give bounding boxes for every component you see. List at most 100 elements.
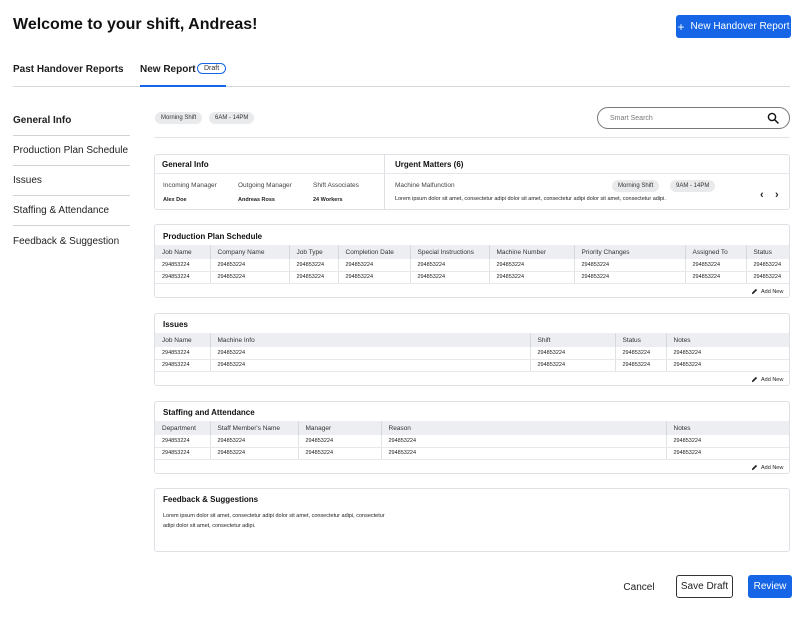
new-handover-report-label: New Handover Report: [690, 21, 790, 32]
table-row[interactable]: 294853224 294853224 294853224 294853224 …: [155, 259, 789, 272]
table-cell: 294853224: [155, 271, 211, 284]
column-header[interactable]: Status: [615, 333, 667, 347]
table-cell: 294853224: [746, 271, 789, 284]
shift-associates-value: 24 Workers: [313, 197, 343, 203]
column-header[interactable]: Reason: [381, 421, 667, 435]
table-cell: 294853224: [298, 435, 382, 448]
outgoing-manager-value: Andreas Ross: [238, 197, 275, 203]
chevron-left-icon[interactable]: ‹: [760, 189, 764, 201]
page-title: Welcome to your shift, Andreas!: [13, 16, 258, 33]
table-row[interactable]: 294853224 294853224 294853224 294853224 …: [155, 447, 789, 460]
time-filter-chip[interactable]: 6AM - 14PM: [209, 112, 255, 124]
sidebar-item-feedback-suggestion[interactable]: Feedback & Suggestion: [13, 226, 130, 256]
column-header[interactable]: Machine Info: [210, 333, 531, 347]
feedback-card: Feedback & Suggestions Lorem ipsum dolor…: [154, 488, 790, 552]
smart-search-placeholder: Smart Search: [610, 114, 653, 122]
table-cell: 294853224: [666, 359, 789, 372]
table-cell: 294853224: [155, 359, 211, 372]
staffing-title: Staffing and Attendance: [163, 408, 255, 417]
shift-associates-label: Shift Associates: [313, 182, 359, 189]
column-header[interactable]: Completion Date: [338, 245, 411, 259]
column-header[interactable]: Company Name: [210, 245, 290, 259]
column-header[interactable]: Job Type: [289, 245, 339, 259]
production-plan-title: Production Plan Schedule: [163, 232, 263, 241]
table-cell: 294853224: [615, 359, 667, 372]
table-cell: 294853224: [338, 259, 411, 272]
column-header[interactable]: Notes: [666, 333, 789, 347]
sidebar-item-staffing-attendance[interactable]: Staffing & Attendance: [13, 196, 130, 226]
column-header[interactable]: Job Name: [155, 245, 211, 259]
table-cell: 294853224: [489, 271, 575, 284]
feedback-text[interactable]: Lorem ipsum dolor sit amet, consectetur …: [163, 511, 395, 531]
table-cell: 294853224: [210, 271, 290, 284]
table-cell: 294853224: [410, 259, 490, 272]
plus-icon: +: [677, 19, 685, 34]
column-header[interactable]: Staff Member's Name: [210, 421, 299, 435]
sidebar-item-issues[interactable]: Issues: [13, 166, 130, 196]
column-header[interactable]: Shift: [530, 333, 616, 347]
table-row[interactable]: 294853224 294853224 294853224 294853224 …: [155, 347, 789, 360]
review-button[interactable]: Review: [748, 575, 792, 598]
urgent-shift-chip: Morning Shift: [612, 180, 660, 192]
column-header[interactable]: Assigned To: [685, 245, 747, 259]
staffing-add-new-button[interactable]: Add New: [751, 464, 783, 471]
feedback-title: Feedback & Suggestions: [163, 495, 259, 504]
table-cell: 294853224: [210, 359, 531, 372]
chevron-right-icon[interactable]: ›: [775, 189, 779, 201]
search-icon[interactable]: [767, 112, 779, 124]
save-draft-button[interactable]: Save Draft: [676, 575, 733, 598]
table-cell: 294853224: [574, 271, 686, 284]
column-header[interactable]: Department: [155, 421, 211, 435]
table-cell: 294853224: [210, 259, 290, 272]
filter-divider: [154, 137, 790, 138]
general-info-card: General Info Incoming Manager Alex Doe O…: [154, 154, 790, 210]
column-header[interactable]: Special Instructions: [410, 245, 490, 259]
table-cell: 294853224: [298, 447, 382, 460]
active-tab-indicator: [140, 85, 226, 87]
issues-add-new-button[interactable]: Add New: [751, 376, 783, 383]
column-header[interactable]: Priority Changes: [574, 245, 686, 259]
staffing-card: Staffing and Attendance Department Staff…: [154, 401, 790, 474]
card-split-divider: [384, 155, 385, 210]
production-add-new-button[interactable]: Add New: [751, 288, 783, 295]
table-cell: 294853224: [410, 271, 490, 284]
table-cell: 294853224: [155, 447, 211, 460]
table-cell: 294853224: [155, 259, 211, 272]
shift-filter-chip[interactable]: Morning Shift: [155, 112, 203, 124]
table-row[interactable]: 294853224 294853224 294853224 294853224 …: [155, 271, 789, 284]
urgent-item-title: Machine Malfunction: [395, 182, 455, 189]
outgoing-manager-label: Outgoing Manager: [238, 182, 292, 189]
column-header[interactable]: Machine Number: [489, 245, 575, 259]
production-plan-table: Job Name Company Name Job Type Completio…: [155, 245, 789, 284]
sidebar-item-general-info[interactable]: General Info: [13, 106, 130, 136]
table-cell: 294853224: [338, 271, 411, 284]
add-new-label: Add New: [761, 376, 784, 383]
column-header[interactable]: Notes: [666, 421, 789, 435]
column-header[interactable]: Job Name: [155, 333, 211, 347]
table-cell: 294853224: [530, 347, 616, 360]
column-header[interactable]: Status: [746, 245, 789, 259]
cancel-button[interactable]: Cancel: [612, 576, 666, 598]
draft-badge: Draft: [197, 63, 227, 74]
pencil-icon: [751, 464, 758, 471]
table-cell: 294853224: [574, 259, 686, 272]
table-cell: 294853224: [615, 347, 667, 360]
table-cell: 294853224: [210, 435, 299, 448]
table-row[interactable]: 294853224 294853224 294853224 294853224 …: [155, 435, 789, 448]
new-handover-report-button[interactable]: + New Handover Report: [676, 15, 791, 38]
table-cell: 294853224: [489, 259, 575, 272]
table-cell: 294853224: [210, 347, 531, 360]
column-header[interactable]: Manager: [298, 421, 382, 435]
table-cell: 294853224: [666, 347, 789, 360]
issues-table: Job Name Machine Info Shift Status Notes…: [155, 333, 789, 372]
table-cell: 294853224: [685, 271, 747, 284]
tab-new-report[interactable]: New Report: [140, 64, 196, 75]
urgent-item-text: Lorem ipsum dolor sit amet, consectetur …: [395, 196, 666, 202]
smart-search-input[interactable]: Smart Search: [597, 107, 790, 129]
table-row[interactable]: 294853224 294853224 294853224 294853224 …: [155, 359, 789, 372]
table-cell: 294853224: [381, 447, 667, 460]
sidebar-item-production-plan-schedule[interactable]: Production Plan Schedule: [13, 136, 130, 166]
table-cell: 294853224: [381, 435, 667, 448]
tab-past-handover-reports[interactable]: Past Handover Reports: [13, 64, 124, 75]
issues-card: Issues Job Name Machine Info Shift Statu…: [154, 313, 790, 386]
